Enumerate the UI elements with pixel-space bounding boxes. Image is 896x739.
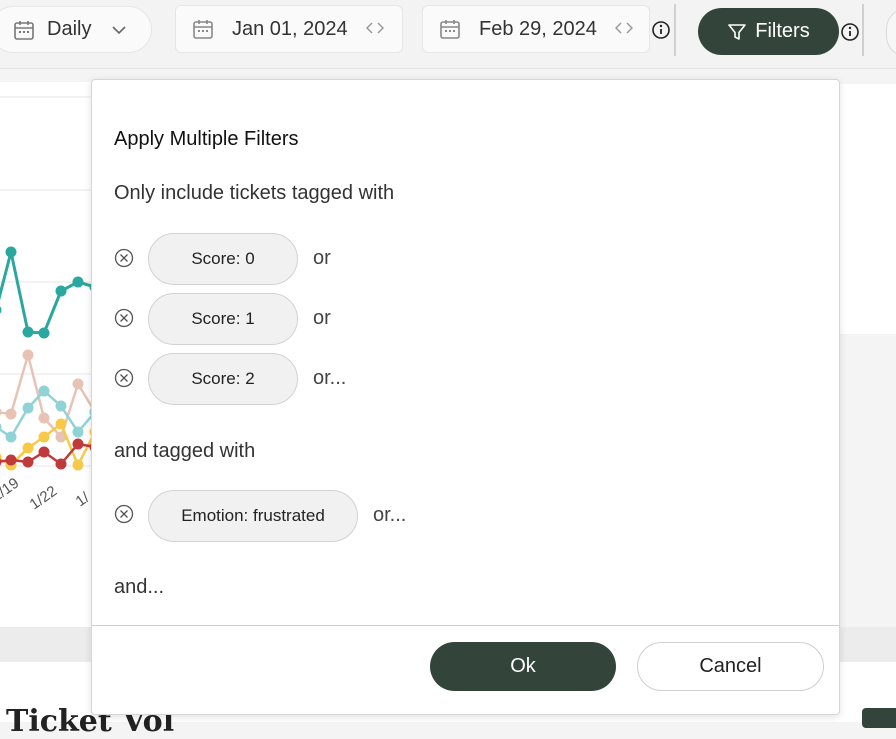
filter-icon: [728, 23, 747, 40]
series-point: [5, 431, 17, 443]
and-tagged-text: and tagged with: [114, 440, 256, 462]
remove-filter-icon[interactable]: [114, 368, 134, 388]
series-line: [0, 350, 97, 440]
series-point: [72, 276, 84, 288]
or-label: or: [313, 247, 331, 269]
code-arrows-icon: [614, 21, 633, 37]
series-point: [72, 438, 84, 450]
series-point: [0, 408, 2, 416]
filters-modal: Apply Multiple Filters Only include tick…: [91, 79, 840, 715]
remove-filter-icon[interactable]: [114, 248, 134, 268]
intro-text: Only include tickets tagged with: [114, 182, 395, 204]
series-point: [22, 326, 34, 338]
filters-label: Filters: [755, 20, 810, 42]
series-point: [38, 385, 50, 397]
series-point: [22, 442, 34, 454]
modal-footer-divider: [92, 625, 839, 626]
series-point: [55, 285, 67, 297]
series-point: [72, 378, 84, 390]
series-point: [5, 454, 17, 466]
series-point: [55, 400, 67, 412]
interval-select[interactable]: Daily: [0, 6, 152, 53]
series-line: [0, 251, 96, 335]
series-point: [38, 327, 50, 339]
filter-chip[interactable]: Score: 0: [148, 233, 298, 285]
series-point: [0, 306, 2, 314]
end-date-picker[interactable]: Feb 29, 2024: [422, 5, 650, 53]
toolbar-divider: [862, 4, 864, 56]
info-icon[interactable]: [651, 20, 671, 40]
series-point: [72, 426, 84, 438]
section-action-button[interactable]: [862, 708, 896, 728]
toolbar-divider: [674, 4, 676, 56]
calendar-icon: [440, 20, 460, 39]
start-date-picker[interactable]: Jan 01, 2024: [175, 5, 403, 53]
toolbar: Daily Jan 01, 2024 Feb 29, 2024 Filters: [0, 0, 896, 69]
calendar-icon: [193, 20, 213, 39]
series-point: [22, 456, 34, 468]
remove-filter-icon[interactable]: [114, 504, 134, 524]
series-point: [5, 246, 17, 258]
series-point: [38, 431, 50, 443]
remove-filter-icon[interactable]: [114, 308, 134, 328]
cancel-button[interactable]: Cancel: [637, 642, 824, 691]
or-more-button[interactable]: or...: [313, 367, 346, 390]
start-date-label: Jan 01, 2024: [232, 17, 348, 40]
x-tick-label: 1/19: [0, 475, 22, 506]
modal-title: Apply Multiple Filters: [114, 128, 299, 150]
or-label: or: [313, 307, 331, 329]
ticket-volume-chart: 1/19 1/22 1/: [0, 96, 100, 512]
series-point: [22, 402, 34, 414]
filter-chip[interactable]: Emotion: frustrated: [148, 490, 358, 542]
code-arrows-icon: [365, 21, 384, 37]
series-point: [72, 459, 84, 471]
or-more-button[interactable]: or...: [373, 504, 406, 527]
series-point: [55, 458, 67, 470]
filter-chip[interactable]: Score: 1: [148, 293, 298, 345]
series-point: [38, 412, 50, 424]
interval-label: Daily: [47, 18, 92, 40]
side-panel: [838, 84, 896, 334]
series-point: [55, 418, 67, 430]
filter-chip[interactable]: Score: 2: [148, 353, 298, 405]
overflow-button[interactable]: [886, 8, 896, 57]
x-tick-label: 1/22: [27, 483, 61, 512]
calendar-icon: [14, 20, 34, 40]
and-more-button[interactable]: and...: [114, 576, 164, 599]
end-date-label: Feb 29, 2024: [479, 17, 597, 40]
series-point: [5, 408, 17, 420]
series-point: [38, 446, 50, 458]
chevron-down-icon: [111, 22, 127, 38]
filters-button[interactable]: Filters: [698, 8, 839, 55]
ok-button[interactable]: Ok: [430, 642, 616, 691]
info-icon[interactable]: [840, 22, 860, 42]
series-point: [22, 349, 34, 361]
